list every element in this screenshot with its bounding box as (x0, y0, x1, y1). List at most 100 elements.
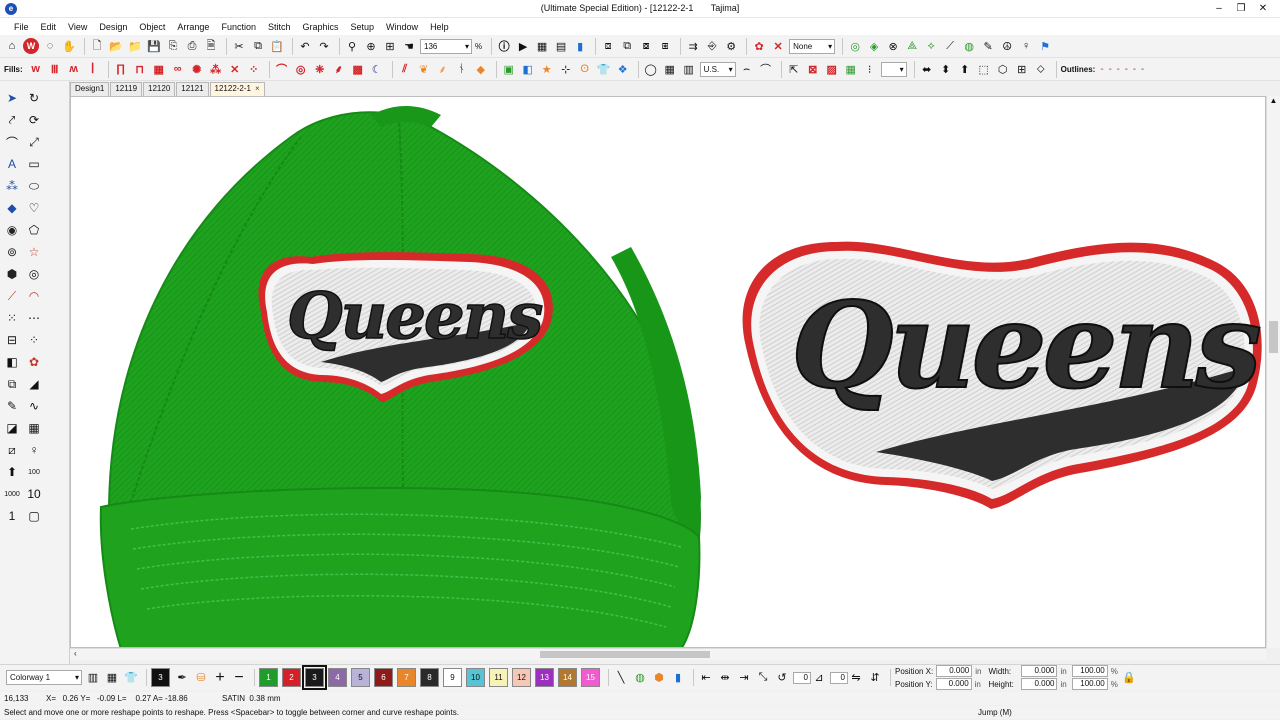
zoom-box-icon[interactable]: ⊞ (382, 38, 398, 54)
thread-color-chip[interactable]: 14 (558, 668, 577, 687)
align-icon[interactable]: ⬆ (957, 61, 973, 77)
lasso-icon[interactable]: ⌒ (3, 133, 21, 151)
hscroll-left-icon[interactable]: ‹ (74, 649, 77, 658)
bend-icon[interactable]: ⤢ (25, 133, 43, 151)
pattern-fill-2-icon[interactable]: ⊓ (132, 61, 148, 77)
vertical-scrollbar[interactable]: ▲ (1266, 96, 1280, 648)
monogram-icon[interactable]: ⁂ (3, 177, 21, 195)
open-folder-icon[interactable]: 📂 (108, 38, 124, 54)
puzzle-icon[interactable]: ⧉ (3, 375, 21, 393)
mirror-h-icon[interactable]: ⬌ (919, 61, 935, 77)
satin-fill-icon[interactable]: Ⅲ (47, 61, 63, 77)
align-right-icon[interactable]: ⇥ (736, 670, 752, 686)
knife-tool-icon[interactable]: ⟋ (3, 287, 21, 305)
thread-color-chip[interactable]: 15 (581, 668, 600, 687)
pin-icon[interactable]: ᚾ (454, 61, 470, 77)
compound-icon[interactable]: ⬚ (976, 61, 992, 77)
height-field[interactable]: 0.000 (1021, 678, 1058, 690)
units-select[interactable]: U.S. (699, 61, 736, 77)
lattice-fill-icon[interactable]: ▩ (350, 61, 366, 77)
menu-object[interactable]: Object (133, 22, 171, 32)
picture-icon[interactable]: ▣ (501, 61, 517, 77)
color-wheel-icon[interactable]: ✿ (751, 38, 767, 54)
arrow-up-icon[interactable]: ⬆ (3, 463, 21, 481)
pattern-fill-7-icon[interactable]: ✕ (227, 61, 243, 77)
trim-icon[interactable]: ◎ (847, 38, 863, 54)
thousand-icon[interactable]: 1000 (3, 485, 21, 503)
thread-color-chip[interactable]: 11 (489, 668, 508, 687)
wilcom-w-icon[interactable]: W (23, 38, 39, 54)
manual-stitch-icon[interactable]: ╲ (613, 670, 629, 686)
print-preview-icon[interactable]: 🗎 (203, 38, 219, 54)
mirror-icon[interactable]: ⊠ (805, 61, 821, 77)
menu-graphics[interactable]: Graphics (297, 22, 345, 32)
mirror-y-icon[interactable]: ⇵ (867, 670, 883, 686)
split-icon[interactable]: ⧄ (3, 441, 21, 459)
wave-tool-icon[interactable]: ∿ (25, 397, 43, 415)
pattern-fill-8-icon[interactable]: ⁘ (246, 61, 262, 77)
colorway-select[interactable]: Colorway 1 (6, 670, 82, 685)
current-color-chip[interactable]: 3 (151, 668, 170, 687)
height-percent-field[interactable]: 100.00 (1071, 678, 1108, 690)
remove-color-icon[interactable]: − (231, 669, 247, 686)
settings-icon[interactable]: ⚙ (723, 38, 739, 54)
pattern-fill-1-icon[interactable]: ∏ (113, 61, 129, 77)
tab-12122-2-1[interactable]: 12122-2-1 × (209, 82, 265, 96)
outline-dash-icon[interactable]: - - - - - - (1100, 64, 1145, 75)
menu-function[interactable]: Function (215, 22, 262, 32)
transform-icon[interactable]: ⇱ (786, 61, 802, 77)
zoom-tool-icon[interactable]: ⚲ (344, 38, 360, 54)
color-circle-icon[interactable]: ◍ (632, 670, 648, 686)
thread-color-chip[interactable]: 13 (535, 668, 554, 687)
flower-icon[interactable]: ✿ (25, 353, 43, 371)
run-icon[interactable]: ⋯ (25, 309, 43, 327)
fill-tool-icon[interactable]: ◪ (3, 419, 21, 437)
fill-bucket-icon[interactable]: ⛁ (193, 670, 209, 686)
ruler-grid-icon[interactable]: ▦ (662, 61, 678, 77)
mirror-v-icon[interactable]: ⬍ (938, 61, 954, 77)
density-select[interactable] (880, 61, 907, 77)
zoom-select[interactable]: 136 (420, 38, 472, 54)
ellipse-icon[interactable]: ⬭ (25, 177, 43, 195)
thread-color-chip[interactable]: 10 (466, 668, 485, 687)
tab-12121[interactable]: 12121 (176, 82, 209, 96)
skew-icon[interactable]: ⊿ (811, 670, 827, 686)
export-machine-icon[interactable]: ⎆ (704, 38, 720, 54)
motif-fill-icon[interactable]: ❈ (312, 61, 328, 77)
figure-tool-icon[interactable]: ♀ (25, 441, 43, 459)
thread-color-chip[interactable]: 5 (351, 668, 370, 687)
hexagon-icon[interactable]: ⬢ (3, 265, 21, 283)
thread-color-chip[interactable]: 3 (302, 665, 327, 690)
flag-icon[interactable]: ⚑ (1037, 38, 1053, 54)
rotate-field[interactable]: 0 (793, 671, 811, 684)
star-icon[interactable]: ★ (539, 61, 555, 77)
thread-color-chip[interactable]: 2 (282, 668, 301, 687)
star-shape-icon[interactable]: ☆ (25, 243, 43, 261)
heart-icon[interactable]: ♡ (25, 199, 43, 217)
tie-off-icon[interactable]: ⊗ (885, 38, 901, 54)
pattern-fill-6-icon[interactable]: ⁂ (208, 61, 224, 77)
print-icon[interactable]: ⎙ (184, 38, 200, 54)
thread-spool-icon[interactable]: ▮ (572, 38, 588, 54)
crop-icon[interactable]: ⊞ (1014, 61, 1030, 77)
select-arrow-icon[interactable]: ➤ (3, 89, 21, 107)
dotted-icon[interactable]: ⁘ (25, 331, 43, 349)
thread-color-chip[interactable]: 9 (443, 668, 462, 687)
horizontal-scrollbar[interactable]: ‹ (70, 648, 1266, 660)
peace-icon[interactable]: ☮ (999, 38, 1015, 54)
curve-tool-icon[interactable]: ⌢ (739, 61, 755, 77)
tab-12119[interactable]: 12119 (110, 82, 143, 96)
zigzag-fill-icon[interactable]: ᴡ (28, 61, 44, 77)
design-canvas[interactable]: Queens Queens (70, 96, 1266, 648)
menu-file[interactable]: File (8, 22, 35, 32)
cut-icon[interactable]: ✂ (231, 38, 247, 54)
thread-color-chip[interactable]: 8 (420, 668, 439, 687)
feather-fill-icon[interactable]: ⸙ (435, 61, 451, 77)
menu-setup[interactable]: Setup (345, 22, 381, 32)
paste-icon[interactable]: 📋 (269, 38, 285, 54)
mirror-x-icon[interactable]: ⇋ (848, 670, 864, 686)
shirt-icon[interactable]: 👕 (596, 61, 612, 77)
ungroup-icon[interactable]: ⧉ (619, 38, 635, 54)
arrange-icon[interactable]: ⧆ (657, 38, 673, 54)
color-list-icon[interactable]: ▥ (85, 670, 101, 686)
